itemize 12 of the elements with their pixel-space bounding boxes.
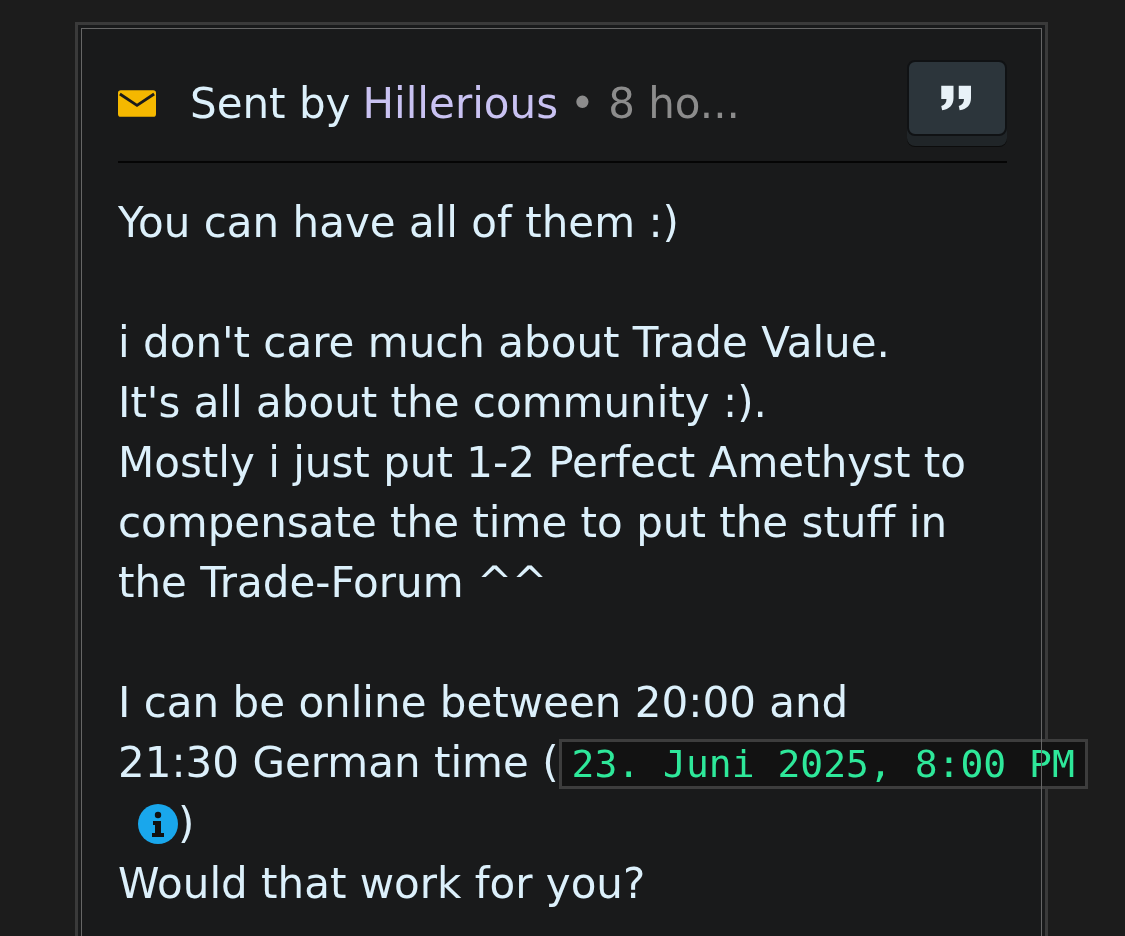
message-time: • 8 ho... [570, 78, 740, 128]
info-icon[interactable] [138, 804, 178, 844]
sender-link[interactable]: Hillerious [362, 78, 558, 128]
envelope-icon [118, 89, 156, 117]
message-text: You can have all of them :) [118, 197, 680, 249]
message-text: ) [178, 799, 195, 848]
sender-label: Sent by [190, 78, 351, 128]
message-text: I can be online between 20:00 and [118, 677, 849, 729]
message-text: 21:30 German time ( [118, 738, 559, 787]
timestamp: 23. Juni 2025, 8:00 PM [558, 739, 1088, 789]
message-text: i don't care much about Trade Value. It's all about the community :). Mostly i just put 1-2 Perfect Amethyst to compensate the time to put the stuff in the Trade-Forum ^^ [118, 317, 967, 609]
message-text: Would that work for you? [118, 859, 646, 908]
